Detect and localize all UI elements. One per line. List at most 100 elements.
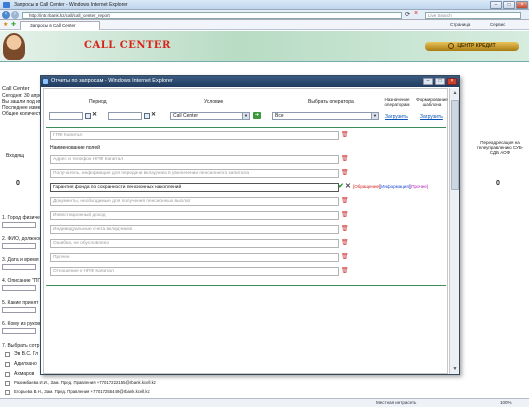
redirect-count: 0 xyxy=(496,180,500,187)
field-row[interactable]: Ошибка, не обусловлено xyxy=(50,239,339,248)
section-6-input[interactable] xyxy=(2,328,36,334)
dialog-scrollbar[interactable]: ▲ ▼ xyxy=(449,88,459,374)
section-2-label: 2. ФИО, должнос xyxy=(2,236,42,242)
dialog-maximize-icon[interactable]: □ xyxy=(435,78,445,85)
status-bar: Местная интрасеть 100% xyxy=(0,398,529,407)
employee-checkbox[interactable] xyxy=(5,362,10,367)
section-5-input[interactable] xyxy=(2,307,36,313)
incoming-column-header: Входящ xyxy=(6,153,25,159)
reports-dialog: Отчеты по запросам - Windows Internet Ex… xyxy=(40,75,460,375)
favorites-star-icon[interactable]: ★ xyxy=(3,21,8,28)
section-label: Наименование полей xyxy=(50,145,100,151)
address-bar-row: ‹ › http://intr.rbank.kz/call/call_cente… xyxy=(0,10,529,20)
section-1-input[interactable] xyxy=(2,222,36,228)
refresh-icon[interactable]: ⟳ xyxy=(405,11,410,18)
date-from-input[interactable] xyxy=(49,112,83,120)
confirm-check-icon[interactable]: ✔ xyxy=(338,182,344,190)
employee-checkbox[interactable] xyxy=(5,381,10,386)
section-5-label: 5. Какие принят xyxy=(2,300,39,306)
tag-request[interactable]: [Обращение] xyxy=(353,184,380,189)
scroll-up-icon[interactable]: ▲ xyxy=(451,89,459,97)
employee-checkbox[interactable] xyxy=(5,372,10,377)
operator-select[interactable]: Все ▼ xyxy=(272,112,379,120)
field-row-active[interactable]: Гарантия фонда по сохранности пенсионных… xyxy=(50,183,339,192)
tab-active[interactable]: Запросы в Call Center xyxy=(20,21,100,30)
field-row[interactable]: Получатель, информация для передачи вкла… xyxy=(50,169,339,178)
section-7-label: 7. Выбрать сотр xyxy=(2,343,40,349)
assign-label: Назначение операторам xyxy=(384,97,410,107)
field-row[interactable]: Отношение к НПФ Капитал xyxy=(50,267,339,276)
divider xyxy=(46,127,446,128)
search-input[interactable]: Live Search xyxy=(425,12,521,19)
tag-other[interactable]: [Прочее] xyxy=(410,184,428,189)
ie-icon xyxy=(43,79,48,84)
date-to-input[interactable] xyxy=(108,112,142,120)
delete-row-icon[interactable]: 🗑 xyxy=(341,198,349,205)
delete-row-icon[interactable]: 🗑 xyxy=(341,132,349,139)
close-icon[interactable]: × xyxy=(516,1,528,9)
dialog-title: Отчеты по запросам - Windows Internet Ex… xyxy=(51,78,173,84)
incoming-count: 0 xyxy=(16,180,20,187)
delete-row-icon[interactable]: 🗑 xyxy=(341,254,349,261)
template-load-link[interactable]: Загрузить xyxy=(420,114,443,120)
browser-window-title: Запросы в Call Center - Windows Internet… xyxy=(14,2,128,8)
delete-row-icon[interactable]: 🗑 xyxy=(341,226,349,233)
condition-label: Условие xyxy=(204,99,224,105)
minimize-icon[interactable]: – xyxy=(490,1,502,9)
field-row[interactable]: ГПФ Капитал xyxy=(50,131,339,140)
section-3-label: 3. Дата и время xyxy=(2,257,39,263)
banner-title: CALL CENTER xyxy=(84,40,171,51)
maximize-icon[interactable]: □ xyxy=(503,1,515,9)
scroll-down-icon[interactable]: ▼ xyxy=(451,365,459,373)
tab-bar: ★ ✚ Запросы в Call Center Страница Серви… xyxy=(0,20,529,30)
section-4-input[interactable] xyxy=(2,285,36,291)
chevron-down-icon: ▼ xyxy=(371,113,378,119)
stop-icon[interactable]: × xyxy=(414,10,418,17)
field-row[interactable]: Документы, необходимые для получения пен… xyxy=(50,197,339,206)
toolbar-tools[interactable]: Сервис xyxy=(490,22,505,27)
delete-row-icon[interactable]: 🗑 xyxy=(341,156,349,163)
delete-row-icon[interactable]: 🗑 xyxy=(341,268,349,275)
condition-select[interactable]: Call Center ▼ xyxy=(170,112,250,120)
status-zone: Местная интрасеть xyxy=(376,400,417,405)
delete-row-icon[interactable]: 🗑 xyxy=(341,170,349,177)
back-icon[interactable]: ‹ xyxy=(2,11,10,19)
delete-row-icon[interactable]: 🗑 xyxy=(341,212,349,219)
field-row[interactable]: Адрес и телефон НПФ Капитал xyxy=(50,155,339,164)
clear-date-icon[interactable]: ✕ xyxy=(151,111,156,118)
operator-label: Выбрать оператора xyxy=(308,99,354,105)
bank-logo: ЦЕНТР КРЕДИТ xyxy=(425,42,519,51)
employee-label: Рахимбаева И.И., Зам. Пред. Правления +7… xyxy=(14,380,156,385)
dialog-minimize-icon[interactable]: – xyxy=(423,78,433,85)
toolbar-page[interactable]: Страница xyxy=(450,22,470,27)
dialog-close-icon[interactable]: × xyxy=(447,78,457,85)
tag-info[interactable]: [Информация] xyxy=(380,184,410,189)
cancel-x-icon[interactable]: ✕ xyxy=(345,182,351,190)
calendar-icon[interactable] xyxy=(144,113,150,119)
chevron-down-icon: ▼ xyxy=(242,113,249,119)
field-row[interactable]: Индивидуальные счета вкладчиков xyxy=(50,225,339,234)
operator-photo xyxy=(3,33,25,60)
forward-icon[interactable]: › xyxy=(11,11,19,19)
zoom-level[interactable]: 100% xyxy=(500,399,512,407)
field-row[interactable]: Прочее xyxy=(50,253,339,262)
section-4-label: 4. Описание "ПП" xyxy=(2,278,43,284)
dialog-title-bar: Отчеты по запросам - Windows Internet Ex… xyxy=(41,76,459,87)
clear-date-icon[interactable]: ✕ xyxy=(92,111,97,118)
page-heading: Call Center xyxy=(2,86,30,92)
employee-label: Егорьева В.Н., Зам. Пред. Правления +770… xyxy=(14,389,150,394)
address-input[interactable]: http://intr.rbank.kz/call/call_center_re… xyxy=(22,12,402,19)
field-row[interactable]: Инвестиционный доход xyxy=(50,211,339,220)
calendar-icon[interactable] xyxy=(85,113,91,119)
apply-arrow-icon[interactable]: ➜ xyxy=(253,112,261,119)
period-label: Период xyxy=(89,99,107,105)
section-2-input[interactable] xyxy=(2,243,36,249)
assign-load-link[interactable]: Загрузить xyxy=(385,114,408,120)
employee-checkbox[interactable] xyxy=(5,352,10,357)
employee-checkbox[interactable] xyxy=(5,390,10,395)
add-favorites-icon[interactable]: ✚ xyxy=(11,21,16,28)
scroll-thumb[interactable] xyxy=(451,100,459,190)
page-line-4: Общее количест xyxy=(2,111,41,117)
section-3-input[interactable] xyxy=(2,264,36,270)
delete-row-icon[interactable]: 🗑 xyxy=(341,240,349,247)
